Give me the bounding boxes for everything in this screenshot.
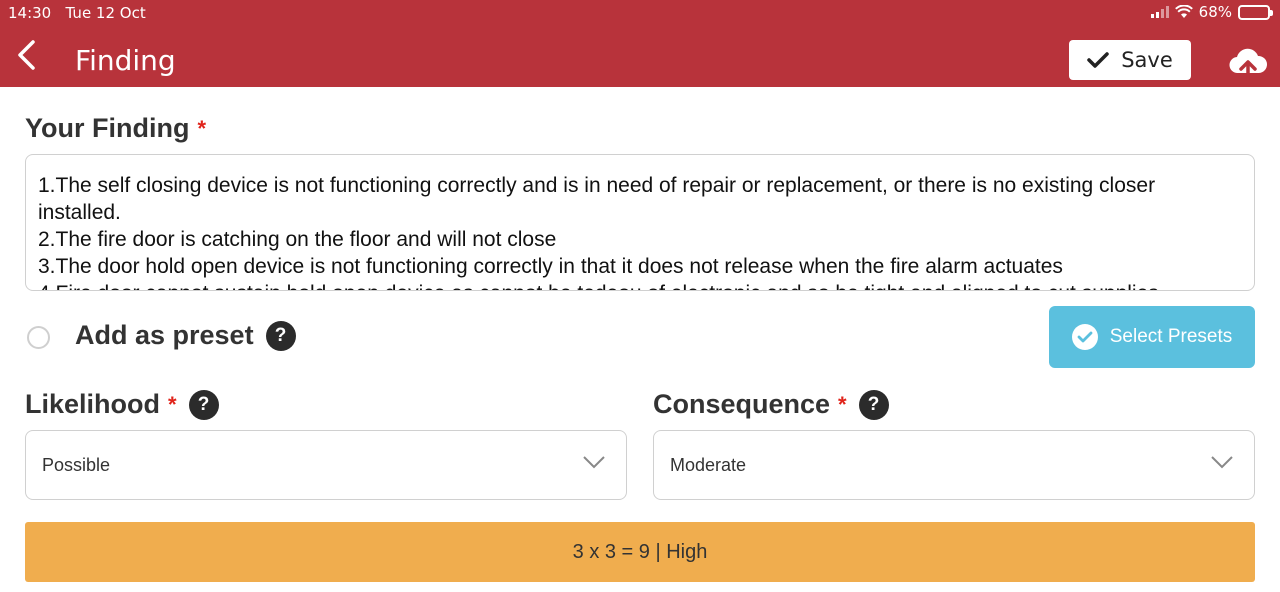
risk-score-bar: 3 x 3 = 9 | High <box>25 522 1255 582</box>
top-bar: 14:30 Tue 12 Oct 68% Finding Save <box>0 0 1280 87</box>
page-title: Finding <box>75 44 176 77</box>
likelihood-label: Likelihood * ? <box>25 389 219 420</box>
likelihood-value: Possible <box>42 454 111 475</box>
finding-line: 3.The door hold open device is not funct… <box>38 255 1063 278</box>
upload-button[interactable] <box>1228 44 1268 84</box>
consequence-select[interactable]: Moderate <box>653 430 1255 500</box>
risk-score-text: 3 x 3 = 9 | High <box>572 540 708 563</box>
battery-percent: 68% <box>1198 3 1232 21</box>
consequence-label: Consequence * ? <box>653 389 889 420</box>
save-label: Save <box>1121 48 1173 72</box>
help-icon[interactable]: ? <box>188 389 219 420</box>
finding-line: installed. <box>38 201 121 224</box>
signal-icon <box>1150 6 1169 18</box>
check-icon <box>1087 52 1109 68</box>
chevron-down-icon <box>583 456 605 469</box>
status-indicators: 68% <box>1150 3 1273 21</box>
chevron-left-icon <box>18 40 35 70</box>
back-button[interactable] <box>14 38 44 74</box>
select-presets-button[interactable]: Select Presets <box>1049 306 1255 368</box>
help-icon[interactable]: ? <box>858 389 889 420</box>
likelihood-select[interactable]: Possible <box>25 430 627 500</box>
select-presets-label: Select Presets <box>1109 326 1233 347</box>
wifi-icon <box>1174 5 1193 18</box>
cloud-upload-icon <box>1229 48 1268 82</box>
required-mark: * <box>838 391 847 417</box>
finding-line: 1.The self closing device is not functio… <box>38 174 1156 197</box>
chevron-down-icon <box>1211 456 1233 469</box>
finding-line: 4.Fire door cannot sustain hold open dev… <box>38 280 1242 290</box>
check-circle-icon <box>1071 324 1098 350</box>
required-mark: * <box>197 115 207 141</box>
battery-icon <box>1238 4 1273 20</box>
finding-label: Your Finding * <box>25 113 207 143</box>
consequence-value: Moderate <box>670 454 747 475</box>
finding-textarea[interactable]: 1.The self closing device is not functio… <box>25 154 1255 291</box>
status-time: 14:30 Tue 12 Oct <box>8 4 146 22</box>
add-preset-label: Add as preset ? <box>75 320 296 351</box>
required-mark: * <box>168 391 177 417</box>
help-icon[interactable]: ? <box>265 320 296 351</box>
save-button[interactable]: Save <box>1069 40 1191 80</box>
finding-line: 2.The fire door is catching on the floor… <box>38 228 557 251</box>
add-preset-radio[interactable] <box>27 326 50 349</box>
